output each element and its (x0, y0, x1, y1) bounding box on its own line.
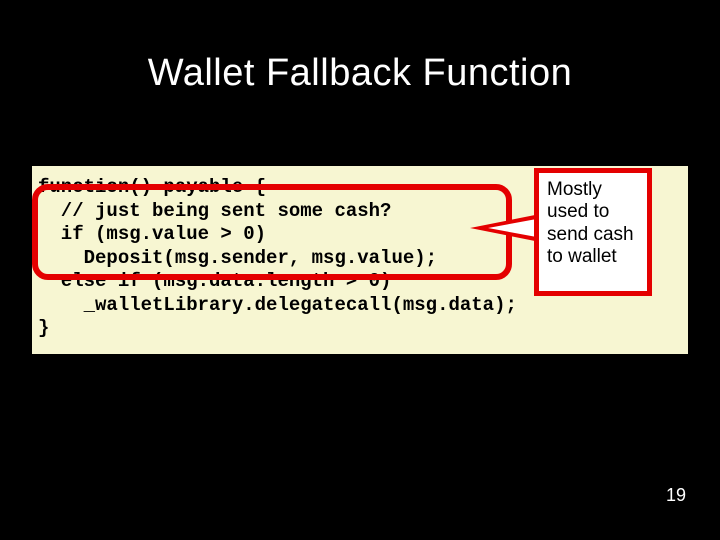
code-line-6: _walletLibrary.delegatecall(msg.data); (38, 294, 517, 316)
page-number: 19 (666, 485, 686, 506)
highlight-box (32, 184, 512, 280)
code-line-7: } (38, 317, 49, 339)
slide: Wallet Fallback Function function() paya… (0, 0, 720, 540)
slide-title: Wallet Fallback Function (0, 0, 720, 95)
callout-box: Mostly used to send cash to wallet (534, 168, 652, 296)
